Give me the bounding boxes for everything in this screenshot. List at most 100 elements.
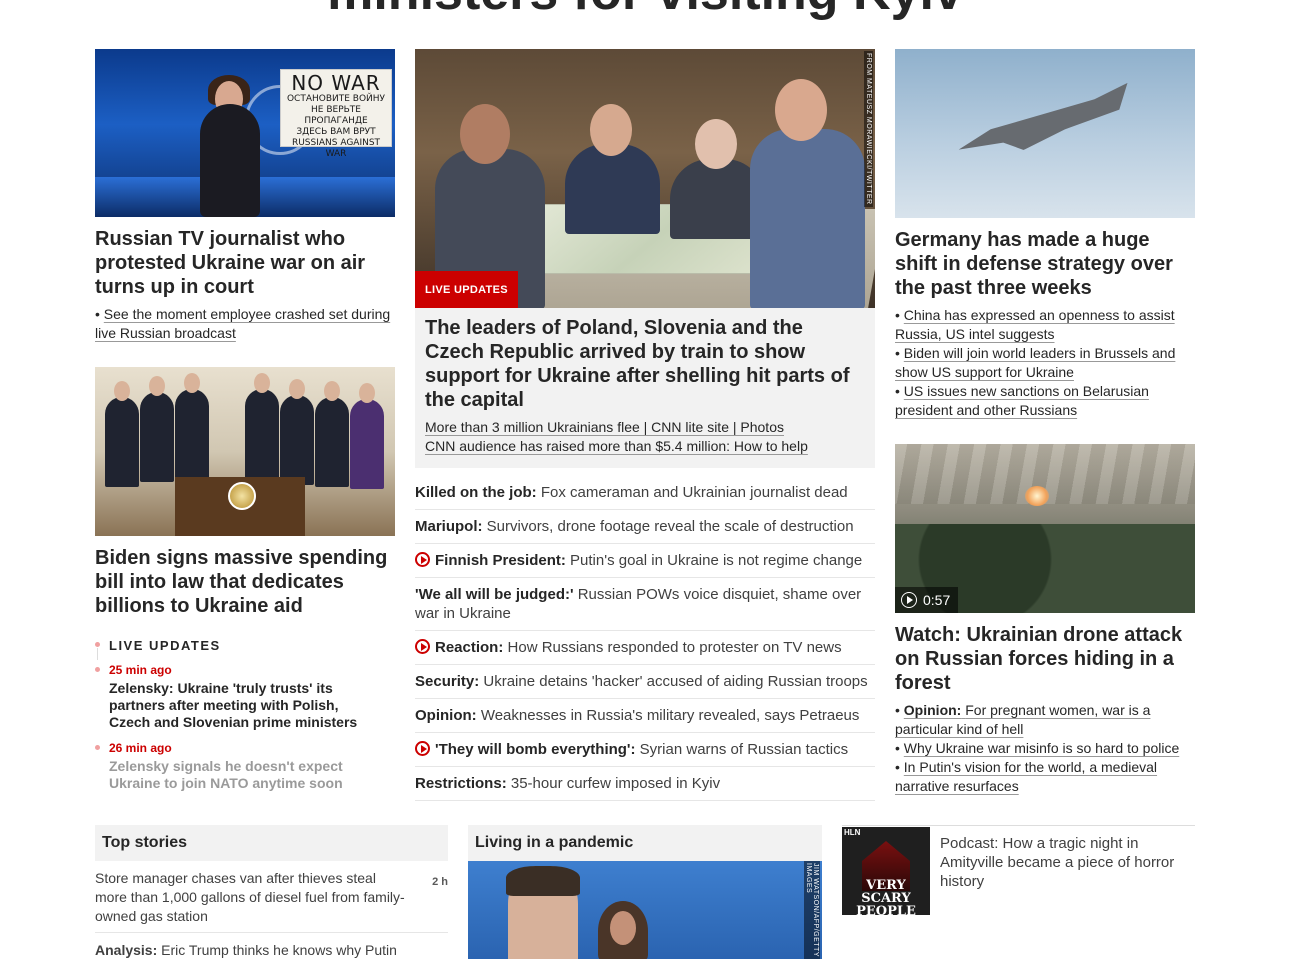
person	[750, 129, 865, 308]
zone-title[interactable]: Living in a pandemic	[468, 825, 822, 861]
story-headline[interactable]: Biden signs massive spending bill into l…	[95, 546, 395, 618]
top-headline[interactable]: ministers for visiting Kyiv	[0, 0, 1290, 22]
list-item[interactable]: Analysis: Eric Trump thinks he knows why…	[95, 933, 448, 959]
hln-logo: HLN	[844, 828, 861, 837]
video-play-icon	[415, 552, 430, 567]
list-item-text: Putin's goal in Ukraine is not regime ch…	[570, 552, 863, 569]
list-item[interactable]: Store manager chases van after thieves s…	[95, 861, 448, 933]
timeline-line	[97, 648, 98, 660]
story-bullet-link[interactable]: China has expressed an openness to assis…	[895, 307, 1175, 342]
fighter-jet-image[interactable]	[895, 49, 1195, 218]
list-item-text: Syrian warns of Russian tactics	[639, 741, 849, 758]
lead-headline[interactable]: The leaders of Poland, Slovenia and the …	[425, 316, 865, 412]
timeline-dot-icon	[95, 667, 100, 672]
zone-title[interactable]: Top stories	[95, 825, 448, 861]
list-item-label: Security:	[415, 673, 480, 690]
list-item-label: Reaction:	[435, 639, 504, 656]
video-duration: 0:57	[923, 592, 951, 608]
story-list: Killed on the job: Fox cameraman and Ukr…	[415, 476, 875, 801]
list-item-label: 'They will bomb everything':	[435, 741, 636, 758]
list-item[interactable]: Opinion: Weaknesses in Russia's military…	[415, 699, 875, 733]
person	[506, 866, 580, 959]
live-updates-label-text: LIVE UPDATES	[109, 638, 221, 653]
middle-column: FROM MATEUSZ MORAWIECKI/TWITTER LIVE UPD…	[415, 49, 875, 801]
video-play-icon	[415, 741, 430, 756]
list-item[interactable]: 'We all will be judged:' Russian POWs vo…	[415, 578, 875, 631]
list-item-text: Ukraine detains 'hacker' accused of aidi…	[483, 673, 868, 690]
story-bullet-link[interactable]: See the moment employee crashed set duri…	[95, 306, 390, 341]
update-time-text: 26 min ago	[109, 741, 172, 755]
photo-credit: JIM WATSON/AFP/GETTY IMAGES	[804, 861, 820, 959]
update-text[interactable]: Zelensky: Ukraine 'truly trusts' its par…	[109, 680, 369, 731]
list-item[interactable]: Security: Ukraine detains 'hacker' accus…	[415, 665, 875, 699]
list-item-text: Eric Trump thinks he knows why Putin	[161, 942, 397, 958]
podcast-thumb-title: VERY SCARY PEOPLE	[856, 878, 916, 915]
list-item[interactable]: Reaction: How Russians responded to prot…	[415, 631, 875, 665]
person	[565, 144, 660, 234]
list-item[interactable]: Killed on the job: Fox cameraman and Ukr…	[415, 476, 875, 510]
person-head	[775, 79, 827, 141]
story-age: 2 h	[432, 876, 448, 888]
update-time: 25 min ago	[95, 663, 395, 677]
lead-links-line[interactable]: CNN audience has raised more than $5.4 m…	[425, 438, 808, 454]
list-item[interactable]: Mariupol: Survivors, drone footage revea…	[415, 510, 875, 544]
photo-credit: FROM MATEUSZ MORAWIECKI/TWITTER	[864, 51, 873, 207]
sign-line: ОСТАНОВИТЕ ВОЙНУ	[286, 94, 386, 104]
lead-story-box: The leaders of Poland, Slovenia and the …	[415, 308, 875, 468]
story-headline[interactable]: Russian TV journalist who protested Ukra…	[95, 227, 395, 299]
person	[350, 399, 384, 489]
play-icon	[901, 592, 917, 608]
story-bullet-link[interactable]: US issues new sanctions on Belarusian pr…	[895, 383, 1149, 418]
biden-signing-image[interactable]	[95, 367, 395, 536]
right-column: Germany has made a huge shift in defense…	[895, 49, 1195, 796]
podcast-text[interactable]: Podcast: How a tragic night in Amityvill…	[940, 834, 1195, 891]
person-head	[114, 381, 130, 401]
protest-sign: NO WAR ОСТАНОВИТЕ ВОЙНУ НЕ ВЕРЬТЕ ПРОПАГ…	[280, 69, 392, 159]
list-item[interactable]: Finnish President: Putin's goal in Ukrai…	[415, 544, 875, 578]
story-bullet-link[interactable]: Biden will join world leaders in Brussel…	[895, 345, 1175, 380]
person-head	[289, 379, 305, 399]
list-item[interactable]: 'They will bomb everything': Syrian warn…	[415, 733, 875, 767]
list-item-label: Mariupol:	[415, 518, 483, 535]
update-text[interactable]: Zelensky signals he doesn't expect Ukrai…	[109, 758, 369, 792]
list-item-text: Store manager chases van after thieves s…	[95, 870, 405, 924]
drone-attack-video[interactable]: 0:57	[895, 444, 1195, 613]
story-bullet-link[interactable]: Opinion: For pregnant women, war is a pa…	[895, 702, 1150, 737]
person-head	[359, 383, 375, 403]
podcast-thumbnail[interactable]: HLN VERY SCARY PEOPLE	[842, 827, 930, 915]
video-duration-badge[interactable]: 0:57	[895, 587, 959, 613]
person	[105, 397, 139, 487]
person-head	[254, 373, 270, 393]
lead-links-line[interactable]: More than 3 million Ukrainians flee | CN…	[425, 419, 784, 435]
list-item-label: Finnish President:	[435, 552, 566, 569]
list-item-label: 'We all will be judged:'	[415, 586, 574, 603]
podcast-promo[interactable]: HLN VERY SCARY PEOPLE Podcast: How a tra…	[842, 825, 1195, 915]
update-time-text: 25 min ago	[109, 663, 172, 677]
list-item-text: Fox cameraman and Ukrainian journalist d…	[540, 484, 848, 501]
story-bullet-link[interactable]: In Putin's vision for the world, a medie…	[895, 759, 1157, 794]
sign-line: NO WAR	[291, 71, 381, 95]
story-bullet-link[interactable]: Why Ukraine war misinfo is so hard to po…	[904, 740, 1179, 756]
tv-protest-image[interactable]: NO WAR ОСТАНОВИТЕ ВОЙНУ НЕ ВЕРЬТЕ ПРОПАГ…	[95, 49, 395, 217]
leaders-meeting-image[interactable]: FROM MATEUSZ MORAWIECKI/TWITTER LIVE UPD…	[415, 49, 875, 308]
list-item-text: How Russians responded to protester on T…	[507, 639, 842, 656]
person-head	[590, 104, 632, 156]
person	[245, 389, 279, 479]
list-item-text: Weaknesses in Russia's military revealed…	[480, 707, 860, 724]
live-updates-list: LIVE UPDATES 25 min ago Zelensky: Ukrain…	[95, 638, 395, 792]
person	[315, 397, 349, 487]
live-updates-label: LIVE UPDATES	[95, 638, 395, 653]
story-headline[interactable]: Germany has made a huge shift in defense…	[895, 228, 1195, 300]
list-item[interactable]: Restrictions: 35-hour curfew imposed in …	[415, 767, 875, 801]
live-updates-badge[interactable]: LIVE UPDATES	[415, 271, 518, 308]
list-item-label: Opinion:	[415, 707, 477, 724]
list-item-label: Analysis:	[95, 942, 158, 958]
video-play-icon	[415, 639, 430, 654]
person-head	[695, 119, 737, 169]
person-head	[149, 376, 165, 396]
bullet-label: Opinion:	[903, 702, 962, 718]
pandemic-zone: Living in a pandemic JIM WATSON/AFP/GETT…	[468, 825, 822, 959]
fighter-jet	[953, 83, 1137, 165]
pandemic-image[interactable]: JIM WATSON/AFP/GETTY IMAGES	[468, 861, 822, 959]
story-headline[interactable]: Watch: Ukrainian drone attack on Russian…	[895, 623, 1195, 695]
